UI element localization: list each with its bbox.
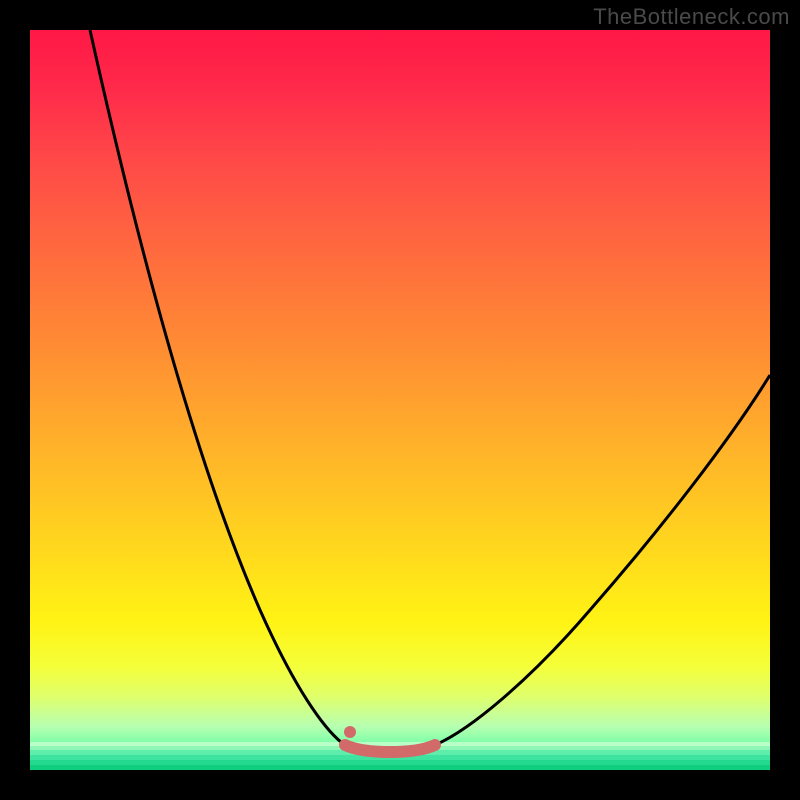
watermark-text: TheBottleneck.com (593, 4, 790, 30)
curve-floor-highlight (345, 745, 435, 752)
bottleneck-curve (30, 30, 770, 770)
chart-frame (30, 30, 770, 770)
right-curve (435, 375, 770, 745)
left-curve (90, 30, 345, 745)
marker-dot (344, 726, 356, 738)
